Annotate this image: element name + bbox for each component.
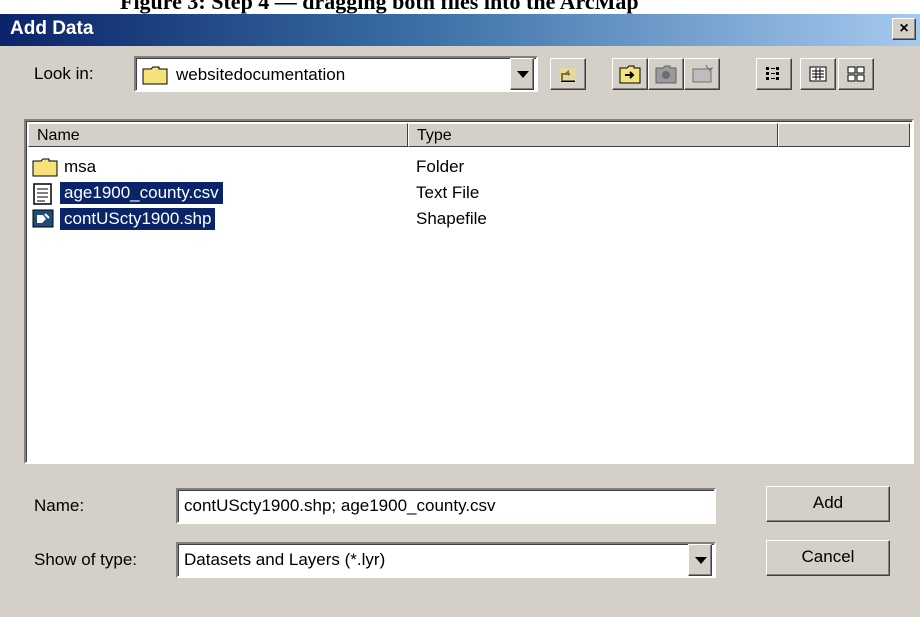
shapefile-icon [32, 209, 54, 228]
column-header-type[interactable]: Type [408, 123, 778, 147]
cancel-button[interactable]: Cancel [766, 540, 890, 576]
thumbnails-view-icon [847, 66, 865, 82]
up-one-level-icon [560, 68, 576, 82]
look-in-value: websitedocumentation [176, 65, 346, 84]
new-item-icon [692, 64, 713, 83]
column-header-name[interactable]: Name [28, 123, 408, 147]
list-view-icon [766, 67, 779, 80]
look-in-label: Look in: [34, 64, 94, 83]
list-item[interactable]: contUScty1900.shp Shapefile [32, 207, 892, 231]
text-file-icon [33, 183, 52, 205]
connect-to-folder-icon [619, 65, 641, 84]
look-in-combo[interactable]: websitedocumentation [134, 56, 538, 92]
add-button[interactable]: Add [766, 486, 890, 522]
file-name: contUScty1900.shp [60, 208, 216, 230]
list-item[interactable]: msa Folder [32, 155, 892, 179]
disconnect-folder-button[interactable] [648, 58, 684, 90]
list-item[interactable]: age1900_county.csv Text File [32, 181, 892, 205]
dialog-title: Add Data [10, 18, 94, 39]
name-label: Name: [34, 496, 85, 515]
up-one-level-button[interactable] [550, 58, 586, 90]
file-list[interactable]: Name Type msa Folder age1900_county.csv … [24, 119, 914, 464]
list-view-button[interactable] [756, 58, 792, 90]
show-of-type-dropdown-button[interactable] [688, 544, 712, 576]
folder-icon [32, 158, 58, 177]
file-type: Shapefile [416, 209, 487, 228]
details-view-button[interactable] [800, 58, 836, 90]
folder-icon [142, 66, 168, 85]
look-in-dropdown-button[interactable] [510, 58, 534, 90]
column-header-blank[interactable] [778, 123, 910, 147]
connect-to-folder-button[interactable] [612, 58, 648, 90]
name-input[interactable]: contUScty1900.shp; age1900_county.csv [176, 488, 716, 524]
file-name: age1900_county.csv [60, 182, 223, 204]
file-type: Text File [416, 183, 480, 202]
thumbnails-view-button[interactable] [838, 58, 874, 90]
disconnect-folder-icon [655, 65, 677, 84]
new-item-button[interactable] [684, 58, 720, 90]
partial-caption: Figure 3: Step 4 — dragging both files i… [0, 0, 920, 14]
title-bar[interactable]: Add Data × [0, 14, 920, 46]
add-data-dialog: Add Data × Look in: websitedocumentation [0, 14, 920, 617]
show-of-type-label: Show of type: [34, 550, 138, 569]
close-button[interactable]: × [892, 18, 916, 40]
file-type: Folder [416, 157, 465, 176]
show-of-type-select[interactable]: Datasets and Layers (*.lyr) [176, 542, 716, 578]
details-view-icon [809, 66, 827, 82]
file-name: msa [64, 157, 97, 176]
show-of-type-value: Datasets and Layers (*.lyr) [184, 550, 386, 569]
